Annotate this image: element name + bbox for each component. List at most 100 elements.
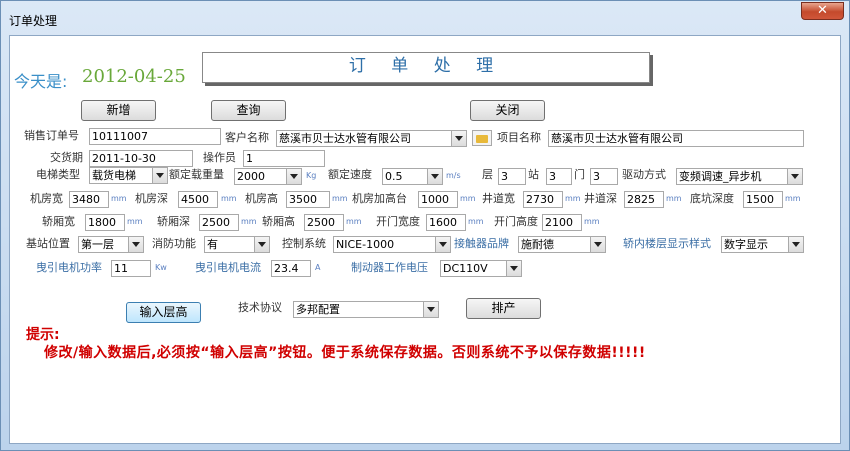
chevron-down-icon[interactable] — [286, 169, 301, 184]
base-station-label: 基站位置 — [26, 237, 70, 250]
motor-current-unit: A — [315, 263, 321, 272]
rated-load-select[interactable]: 2000 — [234, 168, 302, 185]
customer-select[interactable]: 慈溪市贝士达水管有限公司 — [276, 130, 467, 147]
pit-depth-unit: mm — [785, 194, 801, 203]
room-depth-field[interactable]: 4500 — [178, 191, 218, 208]
project-field[interactable]: 慈溪市贝士达水管有限公司 — [548, 130, 804, 147]
schedule-button[interactable]: 排产 — [466, 298, 541, 319]
folder-open-icon[interactable] — [472, 130, 492, 146]
brake-voltage-select[interactable]: DC110V — [440, 260, 522, 277]
pit-depth-field[interactable]: 1500 — [743, 191, 783, 208]
fire-function-label: 消防功能 — [152, 237, 196, 250]
query-button[interactable]: 查询 — [211, 100, 286, 121]
rated-speed-select[interactable]: 0.5 — [382, 168, 443, 185]
door-height-unit: mm — [584, 217, 600, 226]
elevator-type-value: 载货电梯 — [92, 169, 136, 182]
title-bar[interactable]: 订单处理 ✕ — [1, 1, 849, 35]
floors-field[interactable]: 3 — [498, 168, 526, 185]
chevron-down-icon[interactable] — [590, 237, 605, 252]
room-width-label: 机房宽 — [30, 192, 63, 205]
chevron-down-icon[interactable] — [423, 302, 438, 317]
doors-label: 门 — [574, 168, 585, 181]
car-height-label: 轿厢高 — [262, 215, 295, 228]
room-platform-unit: mm — [460, 194, 476, 203]
drive-label: 驱动方式 — [622, 168, 666, 181]
motor-power-field[interactable]: 11 — [111, 260, 151, 277]
chevron-down-icon[interactable] — [787, 169, 802, 184]
car-depth-field[interactable]: 2500 — [199, 214, 239, 231]
motor-current-field[interactable]: 23.4 — [271, 260, 311, 277]
fire-function-value: 有 — [207, 238, 218, 251]
room-width-unit: mm — [111, 194, 127, 203]
tech-protocol-value: 多邦配置 — [296, 303, 340, 316]
floors-label: 层 — [482, 168, 493, 181]
window-close-button[interactable]: ✕ — [801, 2, 844, 20]
tip-title: 提示: — [26, 327, 60, 343]
car-width-field[interactable]: 1800 — [85, 214, 125, 231]
chevron-down-icon[interactable] — [254, 237, 269, 252]
project-label: 项目名称 — [497, 131, 541, 144]
input-height-button[interactable]: 输入层高 — [126, 302, 201, 323]
room-height-label: 机房高 — [245, 192, 278, 205]
delivery-field[interactable]: 2011-10-30 — [89, 150, 193, 167]
today-date: 2012-04-25 — [82, 66, 186, 87]
control-system-label: 控制系统 — [282, 237, 326, 250]
floor-display-label: 轿内楼层显示样式 — [623, 237, 711, 250]
car-width-unit: mm — [127, 217, 143, 226]
rated-speed-unit: m/s — [446, 171, 461, 180]
fire-function-select[interactable]: 有 — [204, 236, 270, 253]
brake-voltage-value: DC110V — [443, 262, 488, 275]
add-button[interactable]: 新增 — [81, 100, 156, 121]
floor-display-select[interactable]: 数字显示 — [721, 236, 804, 253]
form-area: 今天是: 2012-04-25 订 单 处 理 新增 查询 关闭 销售订单号 1… — [9, 35, 841, 444]
room-width-field[interactable]: 3480 — [69, 191, 109, 208]
floor-display-value: 数字显示 — [724, 238, 768, 251]
shaft-depth-unit: mm — [666, 194, 682, 203]
contactor-brand-select[interactable]: 施耐德 — [518, 236, 606, 253]
tip-body: 修改/输入数据后,必须按“输入层高”按钮。便于系统保存数据。否则系统不予以保存数… — [44, 345, 646, 361]
car-depth-label: 轿厢深 — [157, 215, 190, 228]
chevron-down-icon[interactable] — [152, 168, 167, 183]
rated-load-value: 2000 — [237, 170, 265, 183]
shaft-depth-field[interactable]: 2825 — [624, 191, 664, 208]
shaft-depth-label: 井道深 — [584, 192, 617, 205]
car-height-field[interactable]: 2500 — [304, 214, 344, 231]
contactor-brand-value: 施耐德 — [521, 238, 554, 251]
order-window: 订单处理 ✕ 今天是: 2012-04-25 订 单 处 理 新增 查询 关闭 … — [0, 0, 850, 451]
stations-label: 站 — [528, 168, 539, 181]
order-no-field[interactable]: 10111007 — [89, 128, 221, 145]
chevron-down-icon[interactable] — [128, 237, 143, 252]
chevron-down-icon[interactable] — [427, 169, 442, 184]
close-button[interactable]: 关闭 — [470, 100, 545, 121]
chevron-down-icon[interactable] — [435, 237, 450, 252]
room-platform-field[interactable]: 1000 — [418, 191, 458, 208]
doors-field[interactable]: 3 — [590, 168, 618, 185]
chevron-down-icon[interactable] — [506, 261, 521, 276]
motor-current-label: 曳引电机电流 — [195, 261, 261, 274]
base-station-select[interactable]: 第一层 — [78, 236, 144, 253]
control-system-select[interactable]: NICE-1000 — [333, 236, 451, 253]
door-width-field[interactable]: 1600 — [426, 214, 466, 231]
car-depth-unit: mm — [241, 217, 257, 226]
chevron-down-icon[interactable] — [788, 237, 803, 252]
door-height-label: 开门高度 — [494, 215, 538, 228]
door-height-field[interactable]: 2100 — [542, 214, 582, 231]
customer-value: 慈溪市贝士达水管有限公司 — [279, 132, 411, 145]
control-system-value: NICE-1000 — [336, 238, 395, 251]
drive-value: 变频调速_异步机 — [679, 170, 762, 183]
door-width-unit: mm — [468, 217, 484, 226]
tech-protocol-select[interactable]: 多邦配置 — [293, 301, 439, 318]
brake-voltage-label: 制动器工作电压 — [351, 261, 428, 274]
room-platform-label: 机房加高台 — [352, 192, 407, 205]
elevator-type-select[interactable]: 载货电梯 — [89, 167, 168, 184]
operator-field[interactable]: 1 — [243, 150, 325, 167]
stations-field[interactable]: 3 — [546, 168, 572, 185]
room-height-field[interactable]: 3500 — [286, 191, 330, 208]
today-label: 今天是: — [14, 72, 68, 91]
chevron-down-icon[interactable] — [451, 131, 466, 146]
pit-depth-label: 底坑深度 — [690, 192, 734, 205]
drive-select[interactable]: 变频调速_异步机 — [676, 168, 803, 185]
shaft-width-field[interactable]: 2730 — [523, 191, 563, 208]
contactor-brand-label: 接触器品牌 — [454, 237, 509, 250]
shaft-width-unit: mm — [565, 194, 581, 203]
